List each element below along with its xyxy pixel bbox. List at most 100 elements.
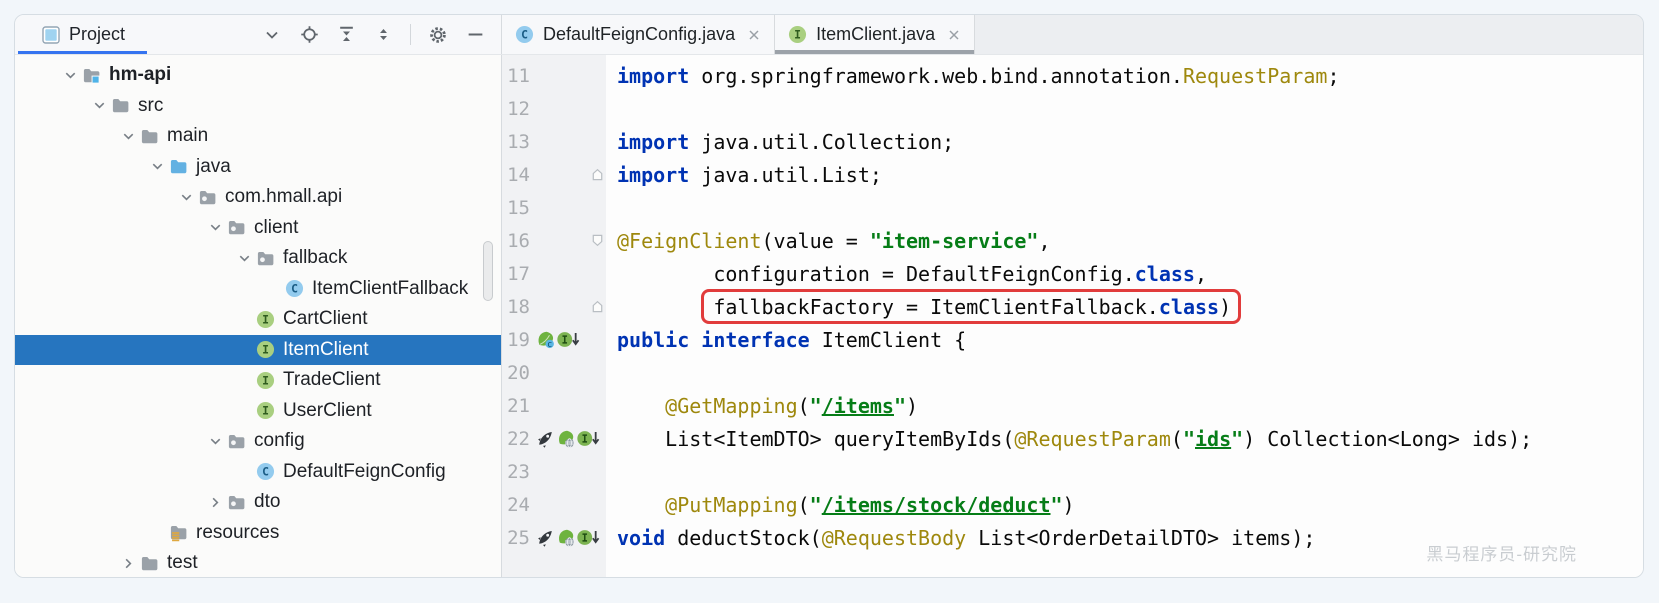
tab-defaultfeignconfig-java[interactable]: C DefaultFeignConfig.java bbox=[502, 15, 776, 54]
code-line-20: 20 bbox=[502, 356, 1643, 389]
code-token: fallbackFactory = ItemClientFallback. bbox=[617, 294, 1159, 319]
tree-chevron-expanded-icon[interactable] bbox=[175, 188, 197, 206]
line-number: 19 bbox=[507, 328, 530, 351]
tree-item-label: ItemClientFallback bbox=[312, 277, 469, 299]
tree-item-client[interactable]: client bbox=[15, 213, 501, 244]
project-tab[interactable]: Project bbox=[18, 15, 148, 54]
panel-scrollbar-thumb[interactable] bbox=[483, 241, 493, 301]
tree-item-label: TradeClient bbox=[283, 369, 381, 391]
fold-marker-icon[interactable] bbox=[590, 233, 605, 248]
code-text[interactable]: import org.springframework.web.bind.anno… bbox=[606, 64, 1339, 88]
tree-item-com-hmall-api[interactable]: com.hmall.api bbox=[15, 182, 501, 213]
collapse-all-button[interactable] bbox=[373, 25, 393, 45]
code-token: , bbox=[1038, 228, 1051, 253]
code-text[interactable]: @FeignClient(value = "item-service", bbox=[606, 229, 1051, 253]
svg-text:C: C bbox=[291, 282, 298, 296]
tree-item-dto[interactable]: dto bbox=[15, 487, 501, 518]
tree-item-tradeclient[interactable]: I TradeClient bbox=[15, 365, 501, 396]
gutter-icons bbox=[532, 528, 600, 548]
spring-bean-icon[interactable]: c bbox=[536, 330, 556, 350]
tree-item-src[interactable]: src bbox=[15, 91, 501, 122]
code-token: "item-service" bbox=[869, 228, 1039, 253]
tree-chevron-expanded-icon[interactable] bbox=[59, 66, 81, 84]
tree-item-label: main bbox=[167, 125, 209, 147]
tree-item-itemclient[interactable]: I ItemClient bbox=[15, 334, 501, 365]
tree-item-test[interactable]: test bbox=[15, 548, 501, 577]
expand-all-button[interactable] bbox=[336, 25, 356, 45]
tree-chevron-expanded-icon[interactable] bbox=[233, 249, 255, 267]
code-text[interactable]: void deductStock(@RequestBody List<Order… bbox=[606, 526, 1315, 550]
code-editor[interactable]: 11 import org.springframework.web.bind.an… bbox=[502, 55, 1643, 577]
code-text[interactable]: @GetMapping("/items") bbox=[606, 394, 918, 418]
tree-item-defaultfeignconfig[interactable]: C DefaultFeignConfig bbox=[15, 457, 501, 488]
code-line-17: 17 configuration = DefaultFeignConfig.cl… bbox=[502, 257, 1643, 290]
project-toolbar bbox=[262, 24, 501, 45]
code-token: ) bbox=[1062, 492, 1075, 517]
implementations-icon[interactable] bbox=[577, 528, 602, 547]
locate-button[interactable] bbox=[299, 25, 319, 45]
tree-item-label: fallback bbox=[283, 247, 348, 269]
hide-panel-icon bbox=[466, 25, 485, 44]
tree-chevron-expanded-icon[interactable] bbox=[117, 127, 139, 145]
folder-icon bbox=[139, 553, 159, 573]
code-token: List<ItemDTO> queryItemByIds( bbox=[617, 426, 1015, 451]
tree-item-cartclient[interactable]: I CartClient bbox=[15, 304, 501, 335]
svg-text:I: I bbox=[262, 404, 269, 418]
interface-icon: I bbox=[255, 401, 275, 421]
tree-item-main[interactable]: main bbox=[15, 121, 501, 152]
tab-itemclient-java[interactable]: I ItemClient.java bbox=[775, 15, 976, 54]
tree-chevron-expanded-icon[interactable] bbox=[88, 97, 110, 115]
fold-marker-icon[interactable] bbox=[590, 299, 605, 314]
tree-item-itemclientfallback[interactable]: C ItemClientFallback bbox=[15, 274, 501, 305]
tree-item-hm-api[interactable]: hm-api bbox=[15, 60, 501, 91]
implementations-icon[interactable] bbox=[557, 330, 582, 349]
code-token: " bbox=[809, 492, 822, 517]
code-text[interactable]: List<ItemDTO> queryItemByIds(@RequestPar… bbox=[606, 427, 1532, 451]
tree-item-label: com.hmall.api bbox=[225, 186, 343, 208]
code-token: , bbox=[1194, 261, 1208, 286]
tab-close-icon[interactable] bbox=[747, 28, 761, 42]
tab-label: ItemClient.java bbox=[816, 24, 936, 44]
tree-item-userclient[interactable]: I UserClient bbox=[15, 396, 501, 427]
rocket-icon[interactable] bbox=[536, 528, 555, 547]
tree-item-java[interactable]: java bbox=[15, 152, 501, 183]
tree-item-label: CartClient bbox=[283, 308, 368, 330]
settings-gear-button[interactable] bbox=[428, 25, 448, 45]
expand-all-icon bbox=[337, 25, 356, 44]
fold-marker-icon[interactable] bbox=[590, 167, 605, 182]
tree-chevron-expanded-icon[interactable] bbox=[204, 219, 226, 237]
hide-panel-button[interactable] bbox=[465, 25, 485, 45]
package-folder-icon bbox=[226, 218, 246, 238]
code-line-24: 24 @PutMapping("/items/stock/deduct") bbox=[502, 488, 1643, 521]
code-text[interactable]: import java.util.Collection; bbox=[606, 130, 954, 154]
code-text[interactable]: @PutMapping("/items/stock/deduct") bbox=[606, 492, 1075, 517]
line-number: 21 bbox=[507, 394, 530, 417]
sources-folder-icon bbox=[168, 157, 188, 177]
line-number: 22 bbox=[507, 427, 530, 450]
tab-close-icon[interactable] bbox=[947, 28, 961, 42]
ide-window: Project C DefaultFeignConfig.java I ItemCli… bbox=[14, 14, 1644, 578]
tree-chevron-expanded-icon[interactable] bbox=[204, 432, 226, 450]
tree-item-resources[interactable]: resources bbox=[15, 518, 501, 549]
tree-chevron-collapsed-icon[interactable] bbox=[204, 493, 226, 511]
toolbar-separator bbox=[410, 24, 411, 45]
chevron-down-button[interactable] bbox=[262, 25, 282, 45]
tree-chevron-collapsed-icon[interactable] bbox=[117, 554, 139, 572]
gutter-icons: c bbox=[532, 330, 590, 350]
tree-item-fallback[interactable]: fallback bbox=[15, 243, 501, 274]
implementations-icon[interactable] bbox=[577, 429, 602, 448]
tree-item-config[interactable]: config bbox=[15, 426, 501, 457]
spring-endpoint-icon[interactable] bbox=[556, 429, 576, 449]
spring-endpoint-icon[interactable] bbox=[556, 528, 576, 548]
tree-chevron-expanded-icon[interactable] bbox=[146, 158, 168, 176]
code-line-13: 13 import java.util.Collection; bbox=[502, 125, 1643, 158]
rocket-icon[interactable] bbox=[536, 429, 555, 448]
code-text[interactable]: fallbackFactory = ItemClientFallback.cla… bbox=[606, 295, 1231, 319]
code-text[interactable]: import java.util.List; bbox=[606, 163, 882, 187]
editor-tab-bar: C DefaultFeignConfig.java I ItemClient.java bbox=[502, 15, 1643, 54]
code-text[interactable]: configuration = DefaultFeignConfig.class… bbox=[606, 262, 1207, 286]
code-line-23: 23 bbox=[502, 455, 1643, 488]
code-text[interactable]: public interface ItemClient { bbox=[606, 328, 966, 352]
